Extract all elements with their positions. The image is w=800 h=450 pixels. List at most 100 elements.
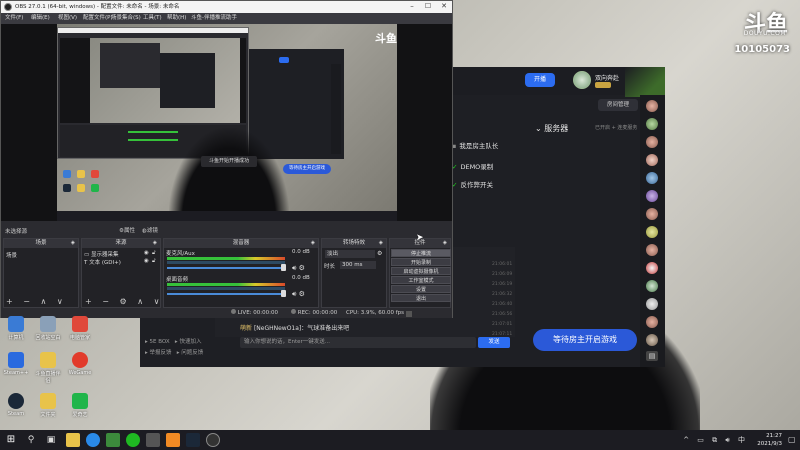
viewer-avatar[interactable] — [646, 226, 658, 238]
panel-close-icon[interactable]: ◈ — [71, 239, 75, 248]
desktop-icon-folder[interactable]: 文件夹 — [34, 393, 62, 418]
panel-close-icon[interactable]: ◈ — [443, 239, 447, 248]
viewer-avatar[interactable] — [646, 136, 658, 148]
app-icon[interactable] — [106, 433, 120, 447]
wait-host-start-button[interactable]: 等待房主开启游戏 — [533, 329, 637, 351]
transition-select[interactable]: 淡出 — [325, 250, 375, 258]
link-feedback[interactable]: ▸ 举报反馈 ▸ 问题反馈 — [145, 348, 203, 359]
start-menu-icon[interactable]: ⊞ — [4, 433, 18, 447]
exit-button[interactable]: 退出 — [391, 294, 451, 302]
close-icon[interactable]: ✕ — [436, 1, 452, 13]
desktop-icon-recycle[interactable]: 回收站空白 — [34, 316, 62, 341]
minimize-icon[interactable]: – — [404, 1, 420, 13]
gear-icon[interactable]: ⚙ — [377, 250, 382, 257]
viewer-avatar-column: ▤ — [640, 95, 665, 367]
mic-volume-slider[interactable] — [167, 267, 285, 269]
viewer-avatar[interactable] — [646, 334, 658, 346]
menu-profile[interactable]: 配置文件(P) — [83, 13, 113, 24]
obs-menubar: 文件(F) 编辑(E) 视图(V) 配置文件(P) 场景集合(S) 工具(T) … — [1, 13, 452, 24]
desktop-icon-pc-manager[interactable]: 电脑管家 — [66, 316, 94, 341]
go-live-button[interactable]: 开播 — [525, 73, 555, 87]
lock-icon[interactable]: 🔓︎ — [152, 250, 156, 257]
menu-view[interactable]: 视图(V) — [58, 13, 77, 24]
send-button[interactable]: 发送 — [478, 337, 510, 348]
desktop-icon-label: Steam++ — [3, 370, 29, 376]
steam-taskbar-icon[interactable] — [186, 433, 200, 447]
avatar[interactable] — [573, 71, 591, 89]
viewer-avatar[interactable] — [646, 280, 658, 292]
eye-icon[interactable]: ◉ — [144, 250, 149, 256]
menu-edit[interactable]: 编辑(E) — [31, 13, 50, 24]
desktop-volume-knob[interactable] — [281, 290, 286, 297]
lock-icon[interactable]: 🔓︎ — [152, 258, 156, 265]
browser-icon[interactable] — [86, 433, 100, 447]
scene-item[interactable]: 场景 — [6, 251, 17, 259]
panel-close-icon[interactable]: ◈ — [153, 239, 157, 248]
task-view-icon[interactable]: ▣ — [44, 433, 58, 447]
desktop-icon-steam[interactable]: Steam — [2, 393, 30, 417]
desktop-icon-label: 回收站空白 — [35, 335, 61, 341]
start-recording-button[interactable]: 开始录制 — [391, 258, 451, 266]
room-manage-button[interactable]: 房间管理 — [598, 99, 638, 111]
menu-scene-collection[interactable]: 场景集合(S) — [111, 13, 141, 24]
option-anti-cheat[interactable]: ✓ 反作弊开关 — [452, 179, 493, 189]
desktop-volume-slider[interactable] — [167, 293, 285, 295]
filters-button[interactable]: ◍滤镜 — [142, 226, 158, 234]
panel-close-icon[interactable]: ◈ — [379, 239, 383, 248]
menu-help[interactable]: 帮助(H) — [167, 13, 186, 24]
sources-toolbar[interactable]: + − ⚙ ∧ ∨ — [85, 297, 163, 306]
viewer-avatar[interactable] — [646, 118, 658, 130]
scenes-toolbar[interactable]: + − ∧ ∨ — [6, 297, 67, 306]
eye-icon[interactable]: ◉ — [144, 258, 149, 264]
speaker-icon[interactable]: 🔊︎ ⚙ — [292, 264, 305, 273]
menu-file[interactable]: 文件(F) — [5, 13, 23, 24]
link-5e-box[interactable]: ▸ 5E BOX ▸ 快速加入 — [145, 337, 203, 348]
chat-input[interactable]: 输入你想说的话，Enter一键发送... — [240, 337, 476, 348]
desktop-icon-label: 电脑管家 — [69, 335, 90, 341]
desktop-icon-wegame[interactable]: WeGame — [66, 352, 94, 376]
viewer-avatar[interactable] — [646, 262, 658, 274]
server-label: 服务器 — [544, 124, 569, 133]
properties-button[interactable]: ⚙属性 — [119, 226, 135, 234]
viewer-avatar[interactable] — [646, 208, 658, 220]
option-demo-record[interactable]: ✓ DEMO录制 — [452, 161, 493, 171]
virtual-camera-button[interactable]: 启动虚拟摄像机 — [391, 267, 451, 275]
wechat-icon[interactable] — [126, 433, 140, 447]
viewer-avatar[interactable] — [646, 100, 658, 112]
search-icon[interactable]: ⚲ — [24, 433, 38, 447]
menu-douyu-plugin[interactable]: 斗鱼-伴播推流助手 — [191, 13, 237, 24]
chat-bubble-icon[interactable]: ▤ — [646, 351, 658, 361]
mic-volume-knob[interactable] — [281, 264, 286, 271]
menu-tools[interactable]: 工具(T) — [143, 13, 162, 24]
file-explorer-icon[interactable] — [66, 433, 80, 447]
folder-icon — [40, 352, 56, 368]
viewer-avatar[interactable] — [646, 298, 658, 310]
viewer-avatar[interactable] — [646, 190, 658, 202]
option-captain[interactable]: ▪ 我是房主队长 — [452, 140, 498, 150]
system-tray[interactable]: ^ ▭ ⧉ 🔊︎ 中 — [683, 435, 748, 445]
viewer-avatar[interactable] — [646, 172, 658, 184]
panel-close-icon[interactable]: ◈ — [311, 239, 315, 248]
clock[interactable]: 21:27 2021/9/3 — [757, 432, 782, 448]
viewer-avatar[interactable] — [646, 244, 658, 256]
desktop-icon-iqiyi[interactable]: 爱奇艺 — [66, 393, 94, 418]
duration-input[interactable]: 300 ms — [340, 261, 376, 269]
notification-icon[interactable]: ▢ — [788, 435, 796, 445]
computer-icon — [8, 316, 24, 332]
desktop-icon-computer[interactable]: 计算机 — [2, 316, 30, 341]
viewer-avatar[interactable] — [646, 154, 658, 166]
desktop-icon-douyu-helper[interactable]: 斗鱼直播伴侣 — [34, 352, 62, 384]
server-dropdown[interactable]: ⌄ 服务器 — [535, 123, 568, 134]
studio-mode-button[interactable]: 工作室模式 — [391, 276, 451, 284]
maximize-icon[interactable]: ☐ — [420, 1, 436, 13]
obs-taskbar-icon[interactable] — [206, 433, 220, 447]
source-item-text[interactable]: T 文本 (GDI+) ◉ 🔓︎ — [84, 258, 156, 266]
source-item-monitor[interactable]: ▭ 显示器采集 ◉ 🔓︎ — [84, 250, 156, 258]
stop-streaming-button[interactable]: 停止推流 — [391, 249, 451, 257]
viewer-avatar[interactable] — [646, 316, 658, 328]
app-icon[interactable] — [166, 433, 180, 447]
app-icon[interactable] — [146, 433, 160, 447]
settings-button[interactable]: 设置 — [391, 285, 451, 293]
speaker-icon[interactable]: 🔊︎ ⚙ — [292, 290, 305, 299]
desktop-icon-steampp[interactable]: Steam++ — [2, 352, 30, 376]
